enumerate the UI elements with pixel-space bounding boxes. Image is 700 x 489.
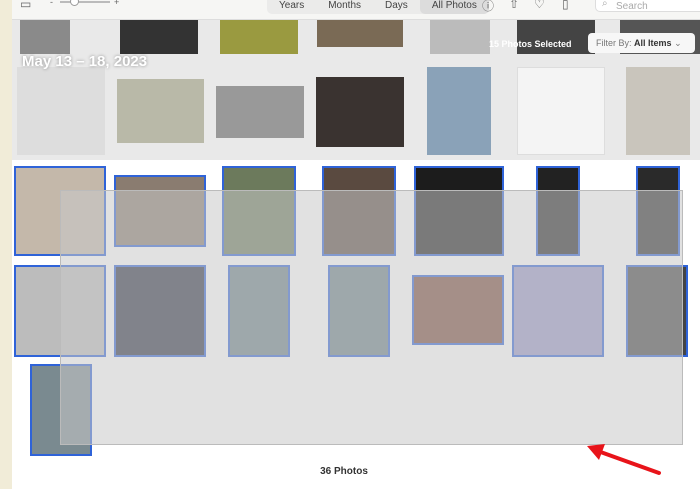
tab-all-photos[interactable]: All Photos bbox=[419, 0, 489, 14]
zoom-slider[interactable] bbox=[60, 0, 110, 6]
date-heading: May 13 – 18, 2023 bbox=[22, 53, 148, 70]
photo[interactable] bbox=[517, 67, 605, 155]
info-icon[interactable]: ⓘ bbox=[482, 0, 494, 14]
photo[interactable] bbox=[17, 67, 105, 155]
red-arrow-annotation bbox=[587, 444, 661, 475]
window-edge bbox=[0, 0, 12, 489]
photo[interactable] bbox=[216, 86, 304, 138]
zoom-plus[interactable]: + bbox=[114, 0, 119, 7]
photo[interactable] bbox=[430, 20, 490, 54]
photo[interactable] bbox=[427, 67, 491, 155]
photo[interactable] bbox=[317, 20, 403, 47]
photo[interactable] bbox=[117, 79, 204, 143]
chevron-down-icon: ⌄ bbox=[674, 38, 682, 48]
search-input[interactable]: ⌕ Search bbox=[595, 0, 700, 12]
photo[interactable] bbox=[120, 20, 198, 54]
sidebar-icon[interactable]: ▭ bbox=[20, 0, 31, 11]
share-icon[interactable]: ⇧ bbox=[509, 0, 519, 11]
tab-months[interactable]: Months bbox=[316, 0, 373, 14]
selection-count: 15 Photos Selected bbox=[489, 39, 572, 49]
photo[interactable] bbox=[220, 20, 298, 54]
search-icon: ⌕ bbox=[602, 0, 608, 9]
rotate-icon[interactable]: ▯ bbox=[562, 0, 569, 11]
tab-years[interactable]: Years bbox=[267, 0, 316, 14]
view-tabs: Years Months Days All Photos bbox=[267, 0, 489, 14]
tab-days[interactable]: Days bbox=[373, 0, 420, 14]
photo[interactable] bbox=[20, 20, 70, 54]
photo[interactable] bbox=[316, 77, 404, 147]
zoom-minus[interactable]: - bbox=[50, 0, 53, 7]
filter-dropdown[interactable]: Filter By: All Items ⌄ bbox=[588, 33, 695, 53]
photo[interactable] bbox=[626, 67, 690, 155]
toolbar: ▭ - + Years Months Days All Photos ⓘ ⇧ ♡… bbox=[12, 0, 700, 20]
heart-icon[interactable]: ♡ bbox=[534, 0, 545, 11]
selection-marquee bbox=[60, 190, 683, 445]
